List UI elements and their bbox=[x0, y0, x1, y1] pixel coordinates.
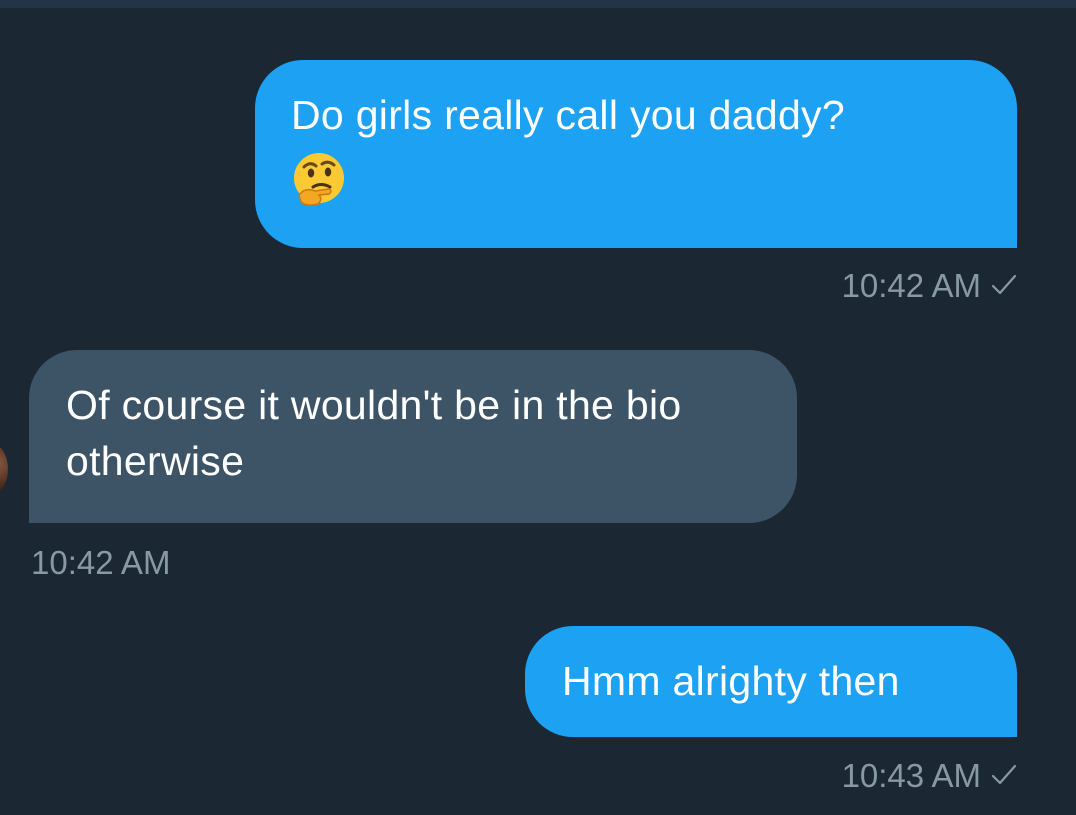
timestamp-text: 10:42 AM bbox=[31, 544, 171, 581]
checkmark-icon bbox=[991, 755, 1017, 795]
message-timestamp: 10:42 AM bbox=[842, 266, 1017, 306]
sender-avatar[interactable] bbox=[0, 442, 8, 496]
checkmark-icon bbox=[991, 265, 1017, 305]
message-timestamp: 10:43 AM bbox=[842, 756, 1017, 796]
thinking-face-icon bbox=[291, 151, 347, 207]
timestamp-text: 10:42 AM bbox=[841, 267, 981, 304]
message-timestamp: 10:42 AM bbox=[31, 543, 170, 583]
message-text: Do girls really call you daddy? bbox=[291, 92, 845, 138]
timestamp-text: 10:43 AM bbox=[841, 757, 981, 794]
header-edge bbox=[0, 0, 1076, 8]
sent-message-bubble[interactable]: Hmm alrighty then bbox=[525, 626, 1017, 737]
received-message-bubble[interactable]: Of course it wouldn't be in the bio othe… bbox=[29, 350, 797, 523]
message-text: Of course it wouldn't be in the bio othe… bbox=[66, 382, 682, 484]
message-text: Hmm alrighty then bbox=[562, 658, 900, 704]
sent-message-bubble[interactable]: Do girls really call you daddy? bbox=[255, 60, 1017, 248]
